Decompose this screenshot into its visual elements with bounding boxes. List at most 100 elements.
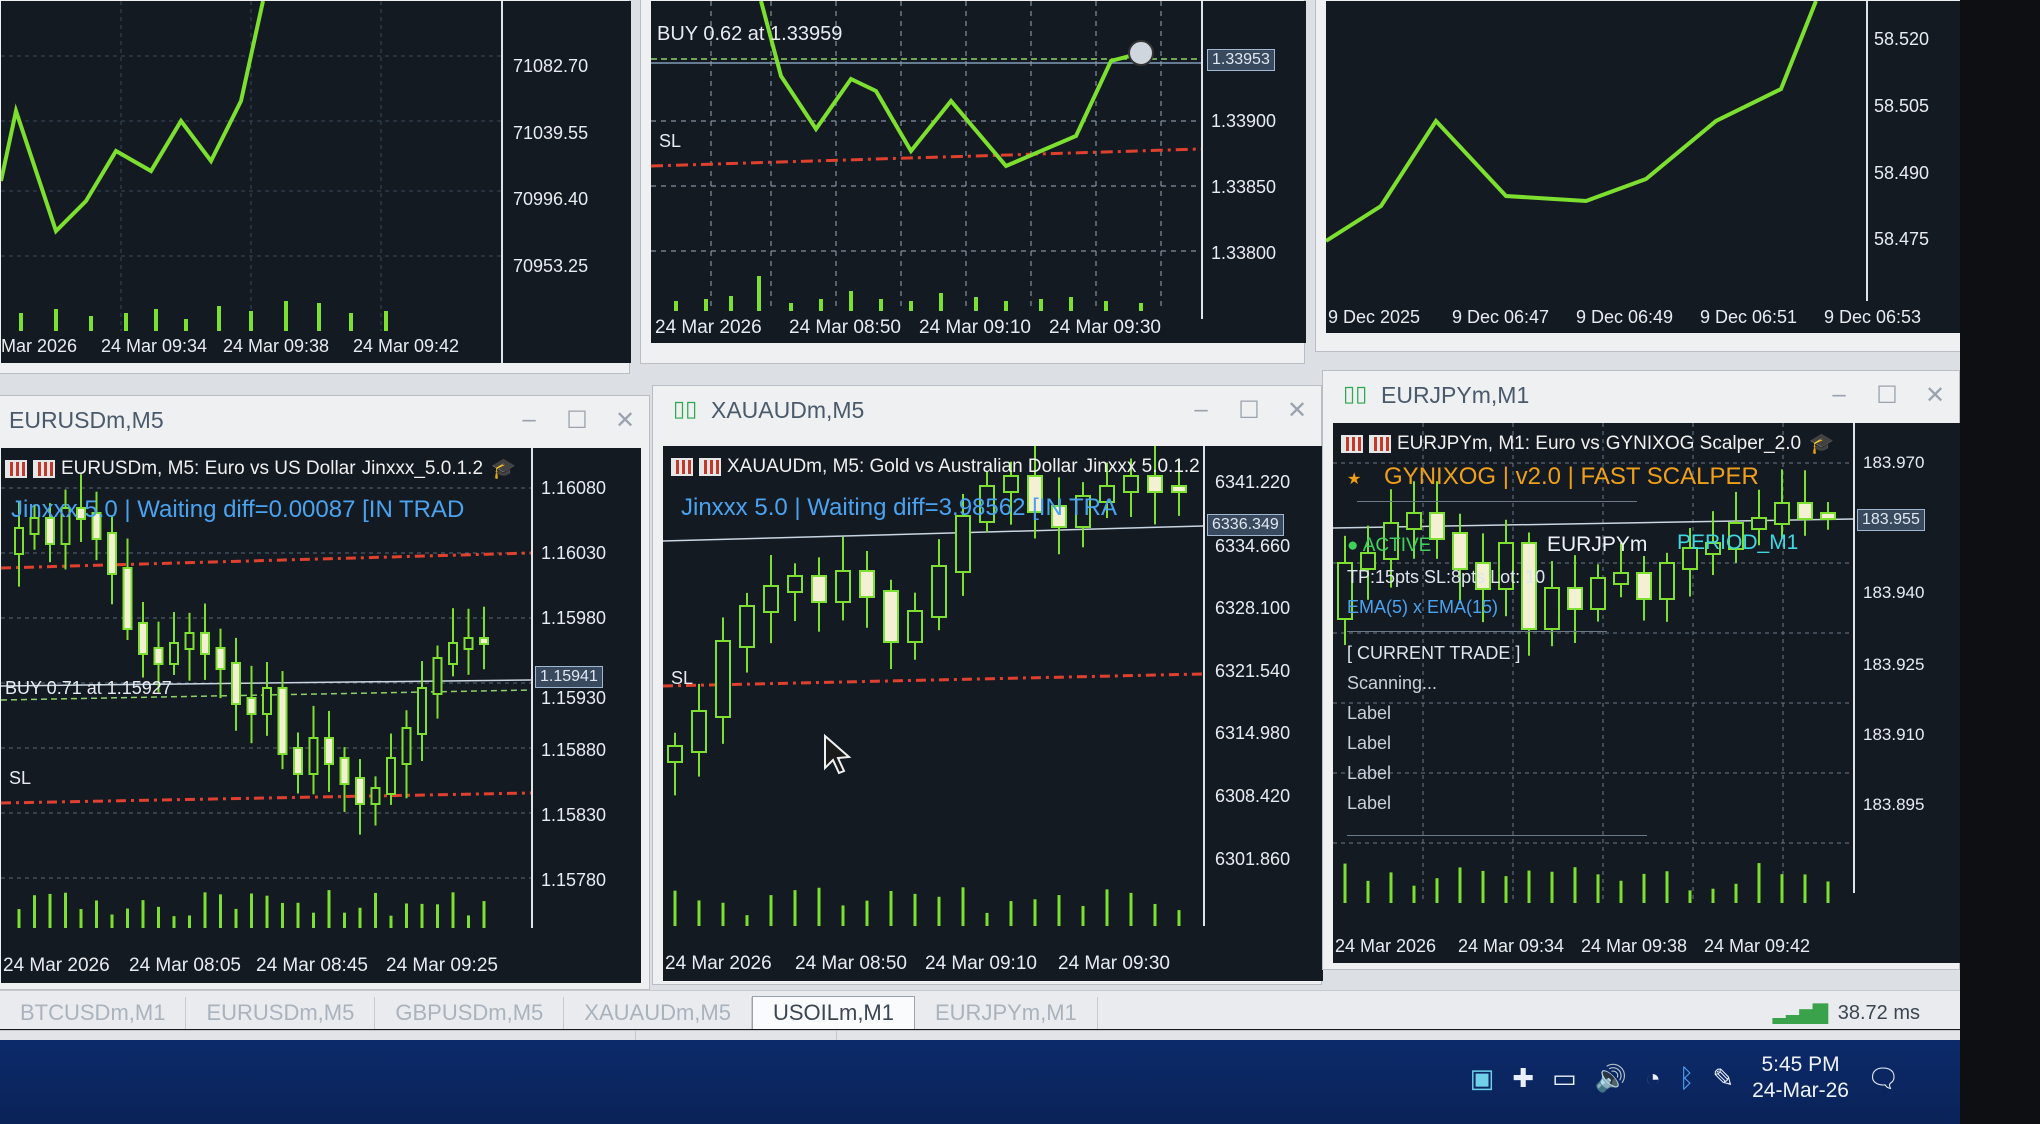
maximize-button[interactable]: ☐ [1225, 396, 1273, 425]
chart-window-third: 58.520 58.505 58.490 58.475 9 Dec 2025 9… [1315, 0, 1966, 352]
graduation-cap-icon[interactable]: 🎓 [491, 456, 516, 481]
btc-price-axis: 71082.70 71039.55 70996.40 70953.25 [501, 1, 631, 363]
candle-body [308, 737, 319, 775]
tab-btcusdm-m1[interactable]: BTCUSDm,M1 [0, 997, 187, 1029]
candle-body [1171, 485, 1187, 493]
eurusd-chart-header: EURUSDm, M5: Euro vs US Dollar Jinxxx_5.… [5, 456, 516, 481]
btc-time-axis: Mar 2026 24 Mar 09:34 24 Mar 09:38 24 Ma… [1, 331, 501, 363]
taskbar-clock[interactable]: 5:45 PM 24-Mar-26 [1752, 1052, 1849, 1104]
maximize-button[interactable]: ☐ [1863, 381, 1911, 410]
terminal-workspace: 71082.70 71039.55 70996.40 70953.25 Mar … [0, 0, 1966, 1075]
close-button[interactable]: ✕ [1273, 396, 1321, 425]
minimize-button[interactable]: – [505, 406, 553, 434]
ea-trading-icon [33, 459, 55, 478]
candle-body [667, 745, 683, 763]
xauaud-price-axis: 6341.220 6336.349 6334.660 6328.100 6321… [1203, 446, 1323, 951]
third-time-label: 9 Dec 06:47 [1452, 307, 1550, 327]
eurusd-time-label: 24 Mar 2026 [3, 955, 110, 976]
candle-body [955, 515, 971, 573]
ping-value: 38.72 ms [1837, 1002, 1920, 1024]
scalper-period: PERIOD_M1 [1677, 531, 1799, 554]
tab-eurjpym-m1[interactable]: EURJPYm,M1 [915, 997, 1098, 1029]
gbp-buy-label: BUY 0.62 at 1.33959 [657, 23, 843, 45]
notification-icon[interactable]: 🗨 [1867, 1063, 1900, 1094]
candle-body [691, 710, 707, 753]
connection-status[interactable]: ▂▃▅▇ 38.72 ms [1773, 997, 1960, 1029]
scalper-divider [1347, 631, 1607, 632]
ea-trading-icon [1369, 434, 1391, 453]
scalper-banner: ★ GYNIXOG | v2.0 | FAST SCALPER [1347, 463, 1759, 491]
candlestick-icon: ▯▯ [1343, 382, 1368, 407]
minimize-button[interactable]: – [1815, 381, 1863, 409]
eurusd-time-label: 24 Mar 09:25 [386, 955, 498, 976]
scalper-label: Label [1347, 703, 1392, 723]
eurjpy-titlebar[interactable]: ▯▯ EURJPYm,M1 – ☐ ✕ [1323, 371, 1959, 419]
star-icon: ★ [1347, 471, 1362, 488]
security-shield-icon[interactable]: ✚ [1512, 1063, 1534, 1094]
wifi-icon[interactable]: ◔ [1645, 1063, 1661, 1094]
gbp-current-price-tag: 1.33953 [1207, 49, 1275, 71]
chart-window-eurusd: EURUSDm,M5 – ☐ ✕ EURUSDm, M5: Euro vs US… [0, 395, 650, 990]
pen-icon[interactable]: ✎ [1712, 1063, 1734, 1094]
xauaud-chart-header: XAUAUDm, M5: Gold vs Australian Dollar J… [671, 454, 1203, 479]
scalper-ema: EMA(5) x EMA(15) [1347, 597, 1499, 617]
eurusd-titlebar[interactable]: EURUSDm,M5 – ☐ ✕ [0, 396, 649, 444]
xauaud-titlebar[interactable]: ▯▯ XAUAUDm,M5 – ☐ ✕ [653, 386, 1321, 434]
eurusd-axis-label: 1.16080 [541, 478, 607, 498]
close-button[interactable]: ✕ [601, 406, 649, 435]
eurusd-window-title: EURUSDm,M5 [9, 406, 164, 433]
xauaud-ea-status: Jinxxx 5.0 | Waiting diff=3.98562 [IN TR… [681, 494, 1118, 521]
chart-canvas-btc[interactable] [1, 1, 501, 363]
tab-gbpusdm-m5[interactable]: GBPUSDm,M5 [375, 997, 565, 1029]
candle-body [763, 585, 779, 613]
minimize-button[interactable]: – [1177, 396, 1225, 424]
signal-bars-icon: ▂▃▅▇ [1772, 1002, 1829, 1024]
btc-line-plot [1, 1, 501, 346]
third-axis-label: 58.475 [1874, 229, 1930, 249]
scalper-params: TP:15pts SL:8pts Lot: 10 [1347, 567, 1546, 587]
chart-canvas-eurusd[interactable]: EURUSDm, M5: Euro vs US Dollar Jinxxx_5.… [1, 448, 531, 953]
bluetooth-icon[interactable]: ᛒ [1679, 1063, 1695, 1094]
eurusd-buy-label: BUY 0.71 at 1.15927 [5, 678, 172, 698]
candle-body [324, 737, 334, 765]
eurusd-ea-status: Jinxxx 5.0 | Waiting diff=0.00087 [IN TR… [11, 496, 465, 523]
xauaud-axis-label: 6314.980 [1215, 723, 1291, 743]
tab-eurusdm-m5[interactable]: EURUSDm,M5 [186, 997, 376, 1029]
eurusd-header-text: EURUSDm, M5: Euro vs US Dollar [61, 457, 356, 479]
gbp-time-label: 24 Mar 08:50 [789, 317, 901, 338]
graduation-cap-icon[interactable]: 🎓 [1809, 431, 1834, 456]
candle-body [231, 662, 241, 705]
chart-canvas-third[interactable] [1326, 1, 1866, 331]
candle-body [811, 575, 827, 603]
eurusd-axis-label: 1.15930 [541, 688, 607, 708]
candle-body [293, 747, 303, 775]
chart-canvas-eurjpy[interactable]: EURJPYm, M1: Euro vs GYNIXOG Scalper_2.0… [1333, 423, 1853, 933]
eurjpy-axis-label: 183.895 [1863, 795, 1925, 814]
candle-body [931, 565, 947, 618]
eurusd-candles [14, 474, 489, 835]
candle-body [200, 632, 210, 655]
third-time-label: 9 Dec 06:53 [1824, 307, 1922, 327]
eurusd-time-label: 24 Mar 08:45 [256, 955, 368, 976]
candle-body [355, 777, 365, 805]
battery-icon[interactable]: ▭ [1552, 1063, 1577, 1094]
scalper-label: Label [1347, 793, 1392, 813]
scalper-label: Label [1347, 733, 1392, 753]
chart-canvas-gbpusd[interactable]: BUY 0.62 at 1.33959 SL [651, 1, 1201, 343]
eurjpy-ea-name: GYNIXOG Scalper_2.0 [1605, 432, 1802, 454]
app-tray-icon[interactable]: ▣ [1470, 1063, 1495, 1094]
xauaud-time-label: 24 Mar 09:10 [925, 953, 1037, 974]
chart-canvas-xauaud[interactable]: XAUAUDm, M5: Gold vs Australian Dollar J… [663, 446, 1203, 951]
tab-usoilm-m1[interactable]: USOILm,M1 [751, 996, 915, 1029]
volume-icon[interactable]: 🔊 [1595, 1063, 1627, 1094]
eurusd-axis-label: 1.15830 [541, 805, 607, 825]
candle-body [246, 697, 257, 715]
gbp-time-label: 24 Mar 09:30 [1049, 317, 1161, 338]
system-tray: ▣ ✚ ▭ 🔊 ◔ ᛒ ✎ 5:45 PM 24-Mar-26 🗨 [1470, 1052, 1900, 1104]
close-button[interactable]: ✕ [1911, 381, 1959, 410]
tab-xauaudm-m5[interactable]: XAUAUDm,M5 [564, 997, 752, 1029]
maximize-button[interactable]: ☐ [553, 406, 601, 435]
btc-axis-label: 71039.55 [513, 123, 589, 143]
xauaud-header-text: XAUAUDm, M5: Gold vs Australian Dollar [727, 455, 1078, 477]
candle-body [386, 757, 396, 795]
